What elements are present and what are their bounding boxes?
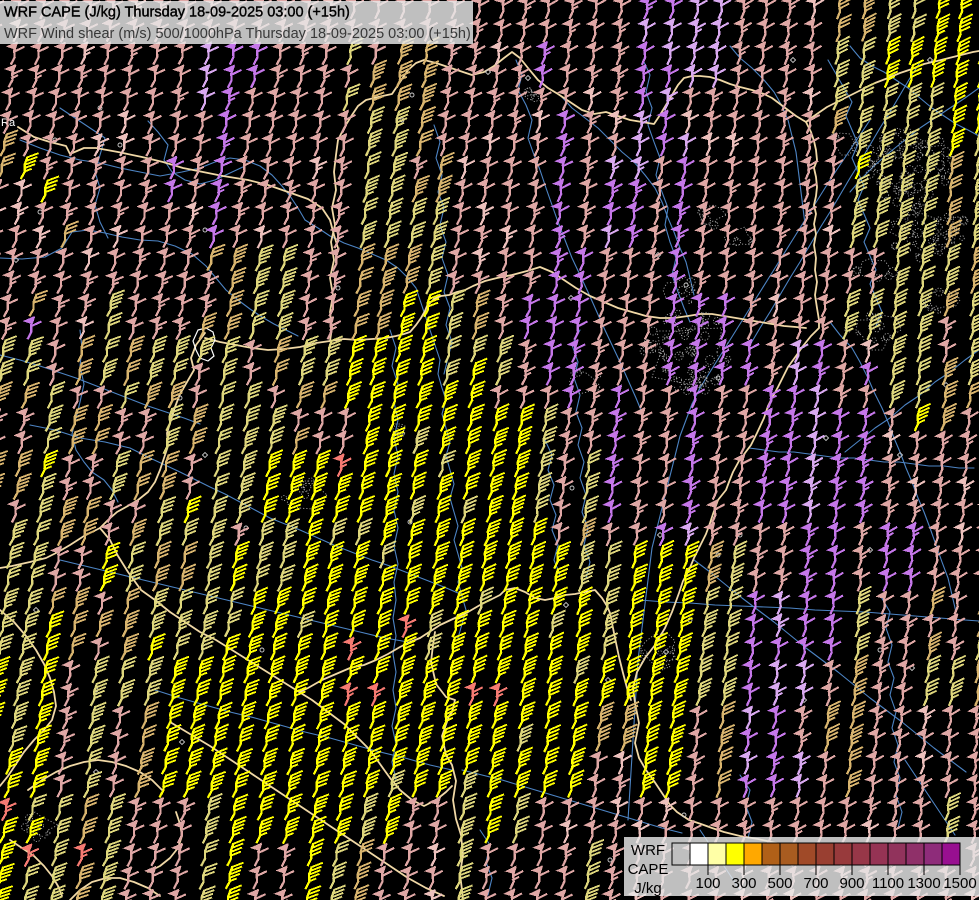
svg-text:1100: 1100 [872,875,904,892]
svg-text:500: 500 [767,875,792,892]
svg-text:900: 900 [839,875,864,892]
svg-text:300: 300 [731,875,756,892]
svg-text:1300: 1300 [907,875,940,892]
svg-text:100: 100 [695,875,720,892]
svg-text:1500: 1500 [943,875,976,892]
svg-text:700: 700 [803,875,828,892]
svg-text:WRF CAPE (J/kg) Thursday 18-09: WRF CAPE (J/kg) Thursday 18-09-2025 03:0… [4,5,350,21]
svg-text:J/kg: J/kg [634,880,662,897]
svg-text:CAPE: CAPE [628,861,669,878]
svg-text:WRF Wind shear (m/s) 500/1000h: WRF Wind shear (m/s) 500/1000hPa Thursda… [4,26,471,42]
svg-text:WRF: WRF [631,842,665,859]
